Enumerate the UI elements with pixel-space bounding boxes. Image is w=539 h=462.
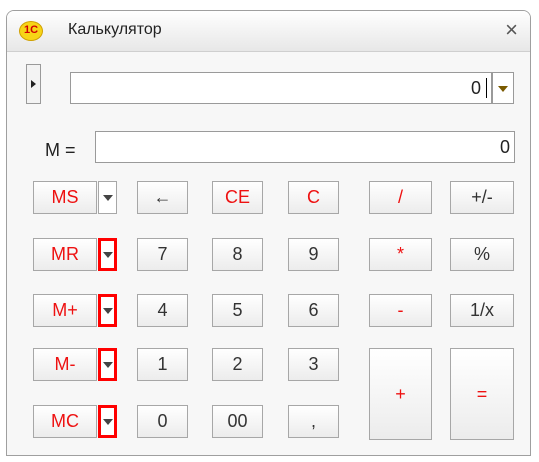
ms-dropdown-button[interactable]	[98, 181, 117, 214]
digit-8-button[interactable]: 8	[212, 238, 263, 271]
double-zero-button[interactable]: 00	[212, 405, 263, 438]
m-minus-dropdown-button[interactable]	[98, 348, 117, 381]
c-button[interactable]: C	[288, 181, 339, 214]
multiply-button[interactable]: *	[369, 238, 432, 271]
main-display[interactable]: 0	[70, 72, 492, 104]
display-value: 0	[470, 78, 481, 98]
percent-button[interactable]: %	[450, 238, 514, 271]
reciprocal-button[interactable]: 1/x	[450, 294, 514, 327]
digit-5-button[interactable]: 5	[212, 294, 263, 327]
ce-button[interactable]: CE	[212, 181, 263, 214]
minus-button[interactable]: -	[369, 294, 432, 327]
mr-button[interactable]: MR	[33, 238, 97, 271]
digit-4-button[interactable]: 4	[137, 294, 188, 327]
mr-dropdown-button[interactable]	[98, 238, 117, 271]
close-icon[interactable]: ×	[505, 17, 518, 43]
digit-3-button[interactable]: 3	[288, 348, 339, 381]
divide-button[interactable]: /	[369, 181, 432, 214]
memory-display: 0	[95, 131, 515, 163]
plus-button[interactable]: +	[369, 348, 432, 440]
backspace-button[interactable]: ←	[137, 181, 188, 214]
m-minus-button[interactable]: M-	[33, 348, 97, 381]
digit-6-button[interactable]: 6	[288, 294, 339, 327]
digit-2-button[interactable]: 2	[212, 348, 263, 381]
ms-button[interactable]: MS	[33, 181, 97, 214]
window-title: Калькулятор	[68, 21, 162, 38]
equals-button[interactable]: =	[450, 348, 514, 440]
logo-text: 1С	[23, 24, 39, 36]
memory-value: 0	[499, 137, 510, 157]
text-caret	[486, 78, 487, 98]
title-bar: 1С Калькулятор ×	[7, 11, 530, 52]
digit-1-button[interactable]: 1	[137, 348, 188, 381]
plus-minus-button[interactable]: +/-	[450, 181, 514, 214]
display-dropdown-button[interactable]	[492, 72, 514, 104]
mc-dropdown-button[interactable]	[98, 405, 117, 438]
digit-9-button[interactable]: 9	[288, 238, 339, 271]
expand-arrow-button[interactable]	[26, 64, 41, 104]
m-plus-dropdown-button[interactable]	[98, 294, 117, 327]
digit-7-button[interactable]: 7	[137, 238, 188, 271]
1c-logo-icon: 1С	[19, 21, 43, 41]
decimal-comma-button[interactable]: ,	[288, 405, 339, 438]
mc-button[interactable]: MC	[33, 405, 97, 438]
digit-0-button[interactable]: 0	[137, 405, 188, 438]
memory-label: M =	[45, 140, 76, 160]
m-plus-button[interactable]: M+	[33, 294, 97, 327]
